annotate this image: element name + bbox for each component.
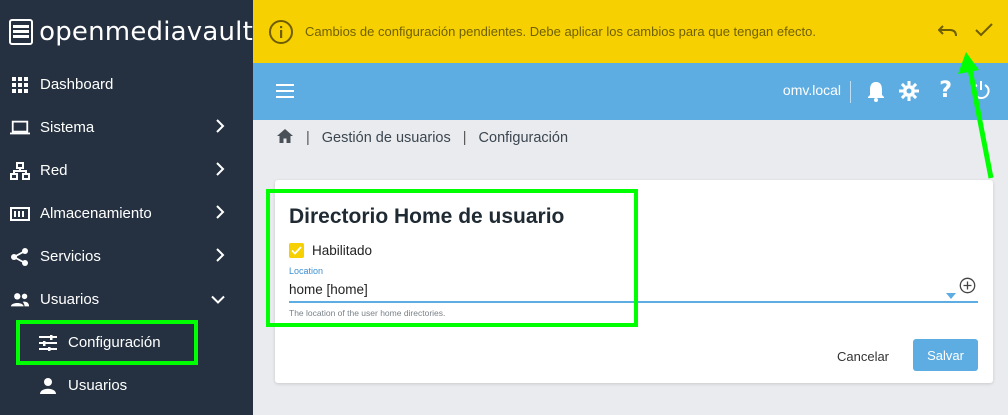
sidebar-item-label: Usuarios xyxy=(40,291,100,308)
sidebar-item-almacenamiento[interactable]: Almacenamiento xyxy=(0,192,253,235)
menu-icon[interactable] xyxy=(276,84,294,103)
share-icon xyxy=(10,247,30,267)
brand-logo-icon xyxy=(9,18,34,45)
banner-message: Cambios de configuración pendientes. Deb… xyxy=(305,24,816,39)
check-icon[interactable] xyxy=(975,22,993,43)
breadcrumb-item[interactable]: Gestión de usuarios xyxy=(322,130,451,146)
sidebar-item-sistema[interactable]: Sistema xyxy=(0,106,253,149)
topbar-divider xyxy=(850,81,851,103)
undo-icon[interactable] xyxy=(937,22,958,45)
sidebar-item-label: Red xyxy=(40,162,68,179)
save-button[interactable]: Salvar xyxy=(913,339,978,371)
power-icon[interactable] xyxy=(972,80,990,105)
chevron-right-icon xyxy=(215,118,225,137)
breadcrumb-separator: | xyxy=(462,130,467,146)
sidebar-item-servicios[interactable]: Servicios xyxy=(0,235,253,278)
cancel-button[interactable]: Cancelar xyxy=(828,340,898,372)
sidebar-item-red[interactable]: Red xyxy=(0,149,253,192)
enabled-checkbox-row[interactable]: Habilitado xyxy=(289,243,372,258)
location-field-hint: The location of the user home directorie… xyxy=(289,308,446,318)
home-icon[interactable] xyxy=(276,128,294,148)
grid-icon xyxy=(10,75,30,95)
sidebar-nav: Dashboard Sistema Red Almacenamiento Ser… xyxy=(0,63,253,407)
location-field-label: Location xyxy=(289,266,324,276)
info-icon xyxy=(268,19,294,45)
settings-card: Directorio Home de usuario Habilitado Lo… xyxy=(275,180,993,383)
chevron-down-icon xyxy=(211,291,225,308)
person-icon xyxy=(38,376,58,396)
sidebar-item-label: Sistema xyxy=(40,119,95,136)
help-icon[interactable]: ? xyxy=(939,78,952,103)
storage-icon xyxy=(10,204,30,224)
hostname: omv.local xyxy=(782,82,841,98)
sidebar-item-configuracion[interactable]: Configuración xyxy=(0,321,253,364)
laptop-icon xyxy=(10,118,30,138)
breadcrumb: | Gestión de usuarios | Configuración xyxy=(276,128,568,148)
sidebar-item-label: Almacenamiento xyxy=(40,205,152,222)
brand-name: openmediavault xyxy=(39,16,253,47)
enabled-checkbox[interactable] xyxy=(289,243,304,258)
sidebar: openmediavault Dashboard Sistema Red Alm… xyxy=(0,0,253,415)
sidebar-item-label: Dashboard xyxy=(40,76,114,93)
users-icon xyxy=(10,290,30,310)
chevron-right-icon xyxy=(215,247,225,266)
add-circle-icon[interactable] xyxy=(959,277,976,299)
bell-icon[interactable] xyxy=(867,80,885,107)
network-icon xyxy=(10,161,30,181)
card-title: Directorio Home de usuario xyxy=(289,205,565,228)
top-bar: omv.local ? xyxy=(253,63,1008,120)
sidebar-item-label: Usuarios xyxy=(68,377,128,394)
location-field-underline xyxy=(289,301,978,303)
breadcrumb-item: Configuración xyxy=(478,130,569,146)
breadcrumb-separator: | xyxy=(306,130,310,146)
checkbox-label: Habilitado xyxy=(312,243,373,258)
location-select[interactable]: home [home] xyxy=(289,282,368,297)
sidebar-item-usuarios[interactable]: Usuarios xyxy=(0,364,253,407)
sidebar-item-label: Configuración xyxy=(68,334,161,351)
tune-icon xyxy=(38,333,58,353)
sidebar-item-dashboard[interactable]: Dashboard xyxy=(0,63,253,106)
chevron-right-icon xyxy=(215,161,225,180)
gear-icon[interactable] xyxy=(899,80,919,107)
chevron-right-icon xyxy=(215,204,225,223)
brand[interactable]: openmediavault xyxy=(0,0,253,63)
sidebar-item-usuarios-group[interactable]: Usuarios xyxy=(0,278,253,321)
pending-changes-banner: Cambios de configuración pendientes. Deb… xyxy=(253,0,1008,63)
caret-down-icon[interactable] xyxy=(946,286,956,304)
sidebar-item-label: Servicios xyxy=(40,248,101,265)
